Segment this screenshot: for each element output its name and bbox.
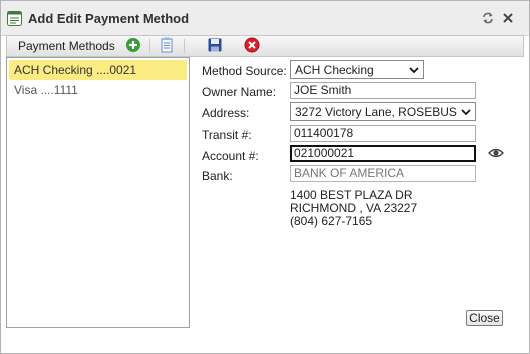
address-value: 3272 Victory Lane, ROSEBUSH, MI — [295, 105, 457, 119]
payment-method-dialog: Add Edit Payment Method Payment Methods — [0, 0, 530, 354]
save-icon[interactable] — [207, 37, 223, 53]
close-button[interactable]: Close — [466, 310, 503, 326]
delete-icon[interactable] — [244, 37, 260, 53]
bank-label: Bank: — [202, 169, 233, 183]
dialog-title: Add Edit Payment Method — [28, 11, 190, 26]
eye-icon[interactable] — [488, 147, 504, 159]
dialog-titlebar: Add Edit Payment Method — [1, 1, 529, 36]
payment-methods-list: ACH Checking ....0021 Visa ....1111 — [6, 57, 190, 328]
account-field[interactable]: 021000021 — [290, 145, 476, 162]
payment-methods-toolbar: Payment Methods — [6, 35, 524, 57]
method-source-value: ACH Checking — [295, 63, 374, 77]
owner-name-label: Owner Name: — [202, 85, 277, 99]
bank-field: BANK OF AMERICA — [290, 165, 476, 182]
bank-phone: (804) 627-7165 — [290, 214, 373, 228]
owner-name-field[interactable]: JOE Smith — [290, 82, 476, 99]
bank-address-line1: 1400 BEST PLAZA DR — [290, 188, 413, 202]
method-source-label: Method Source: — [202, 64, 287, 78]
add-icon[interactable] — [125, 37, 141, 53]
toolbar-separator — [149, 39, 150, 53]
form-icon — [7, 11, 22, 26]
transit-label: Transit #: — [202, 128, 252, 142]
transit-field[interactable]: 011400178 — [290, 125, 476, 142]
account-label: Account #: — [202, 149, 259, 163]
list-item-ach-checking[interactable]: ACH Checking ....0021 — [9, 60, 187, 80]
method-source-select[interactable]: ACH Checking — [290, 60, 424, 79]
chevron-down-icon — [461, 109, 471, 116]
payment-methods-tab: Payment Methods — [18, 39, 115, 53]
bank-address-line2: RICHMOND , VA 23227 — [290, 201, 418, 215]
chevron-down-icon — [409, 67, 419, 74]
toolbar-separator — [184, 39, 185, 53]
close-icon[interactable] — [501, 11, 515, 25]
refresh-icon[interactable] — [481, 11, 495, 25]
address-select[interactable]: 3272 Victory Lane, ROSEBUSH, MI — [290, 102, 476, 121]
copy-document-icon[interactable] — [159, 37, 175, 53]
list-item-visa[interactable]: Visa ....1111 — [9, 80, 187, 100]
address-label: Address: — [202, 106, 250, 120]
